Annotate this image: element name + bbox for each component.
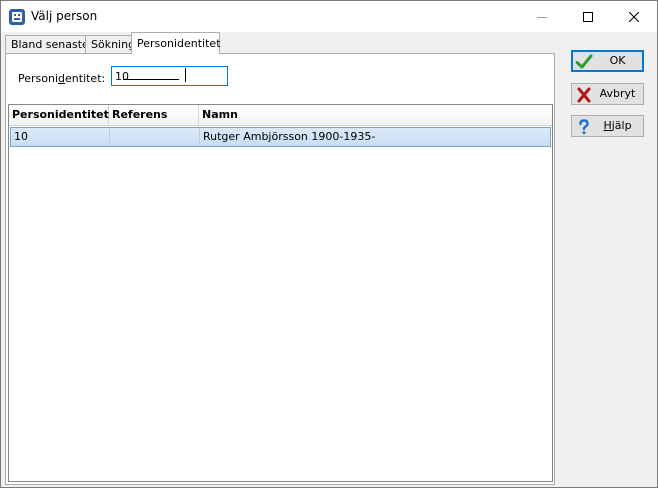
check-icon	[575, 53, 593, 71]
pid-label-part: entitet:	[65, 72, 106, 85]
minimize-button[interactable]	[519, 1, 565, 32]
maximize-icon	[583, 11, 593, 22]
close-icon	[629, 11, 639, 22]
close-button[interactable]	[611, 1, 657, 32]
table-row[interactable]: 10 Rutger Ambjörsson 1900-1935-	[10, 127, 551, 147]
column-header-personidentitet[interactable]: Personidentitet	[9, 105, 109, 125]
window-title: Välj person	[31, 9, 98, 23]
results-grid[interactable]: Personidentitet Referens Namn 10 Rutger …	[8, 104, 553, 482]
title-bar[interactable]: Välj person	[1, 1, 657, 32]
column-header-referens[interactable]: Referens	[109, 105, 199, 125]
cell-ref	[110, 128, 200, 146]
column-header-namn[interactable]: Namn	[199, 105, 552, 125]
pid-label-part: Personi	[18, 72, 59, 85]
dialog-window: Välj person Bland senaste Sökning Person…	[0, 0, 658, 488]
input-mask-line	[123, 79, 179, 80]
cell-pid: 10	[11, 128, 110, 146]
tab-panel: Personidentitet: Personidentitet Referen…	[5, 53, 555, 485]
tab-sokning[interactable]: Sökning	[85, 35, 135, 54]
cell-name: Rutger Ambjörsson 1900-1935-	[203, 130, 376, 143]
cancel-button[interactable]: Avbryt	[571, 83, 644, 105]
tab-personidentitet[interactable]: Personidentitet	[131, 32, 221, 54]
grid-header: Personidentitet Referens Namn	[9, 105, 552, 126]
text-caret	[185, 68, 186, 82]
help-label-part: jälp	[611, 119, 632, 132]
question-icon	[575, 118, 593, 136]
maximize-button[interactable]	[565, 1, 611, 32]
help-label-accel: H	[603, 119, 612, 132]
pid-label: Personidentitet:	[18, 72, 105, 85]
pid-label-accel: d	[58, 72, 66, 85]
minimize-icon	[537, 16, 547, 18]
help-label: Hjälp	[594, 116, 641, 136]
ok-label: OK	[609, 54, 626, 67]
help-button[interactable]: Hjälp	[571, 115, 644, 137]
pid-input[interactable]	[111, 66, 228, 86]
app-icon	[9, 9, 25, 25]
x-icon	[575, 86, 593, 104]
ok-button[interactable]: OK	[571, 50, 644, 72]
tab-bland-senaste[interactable]: Bland senaste	[5, 35, 90, 54]
cancel-label: Avbryt	[599, 87, 636, 100]
